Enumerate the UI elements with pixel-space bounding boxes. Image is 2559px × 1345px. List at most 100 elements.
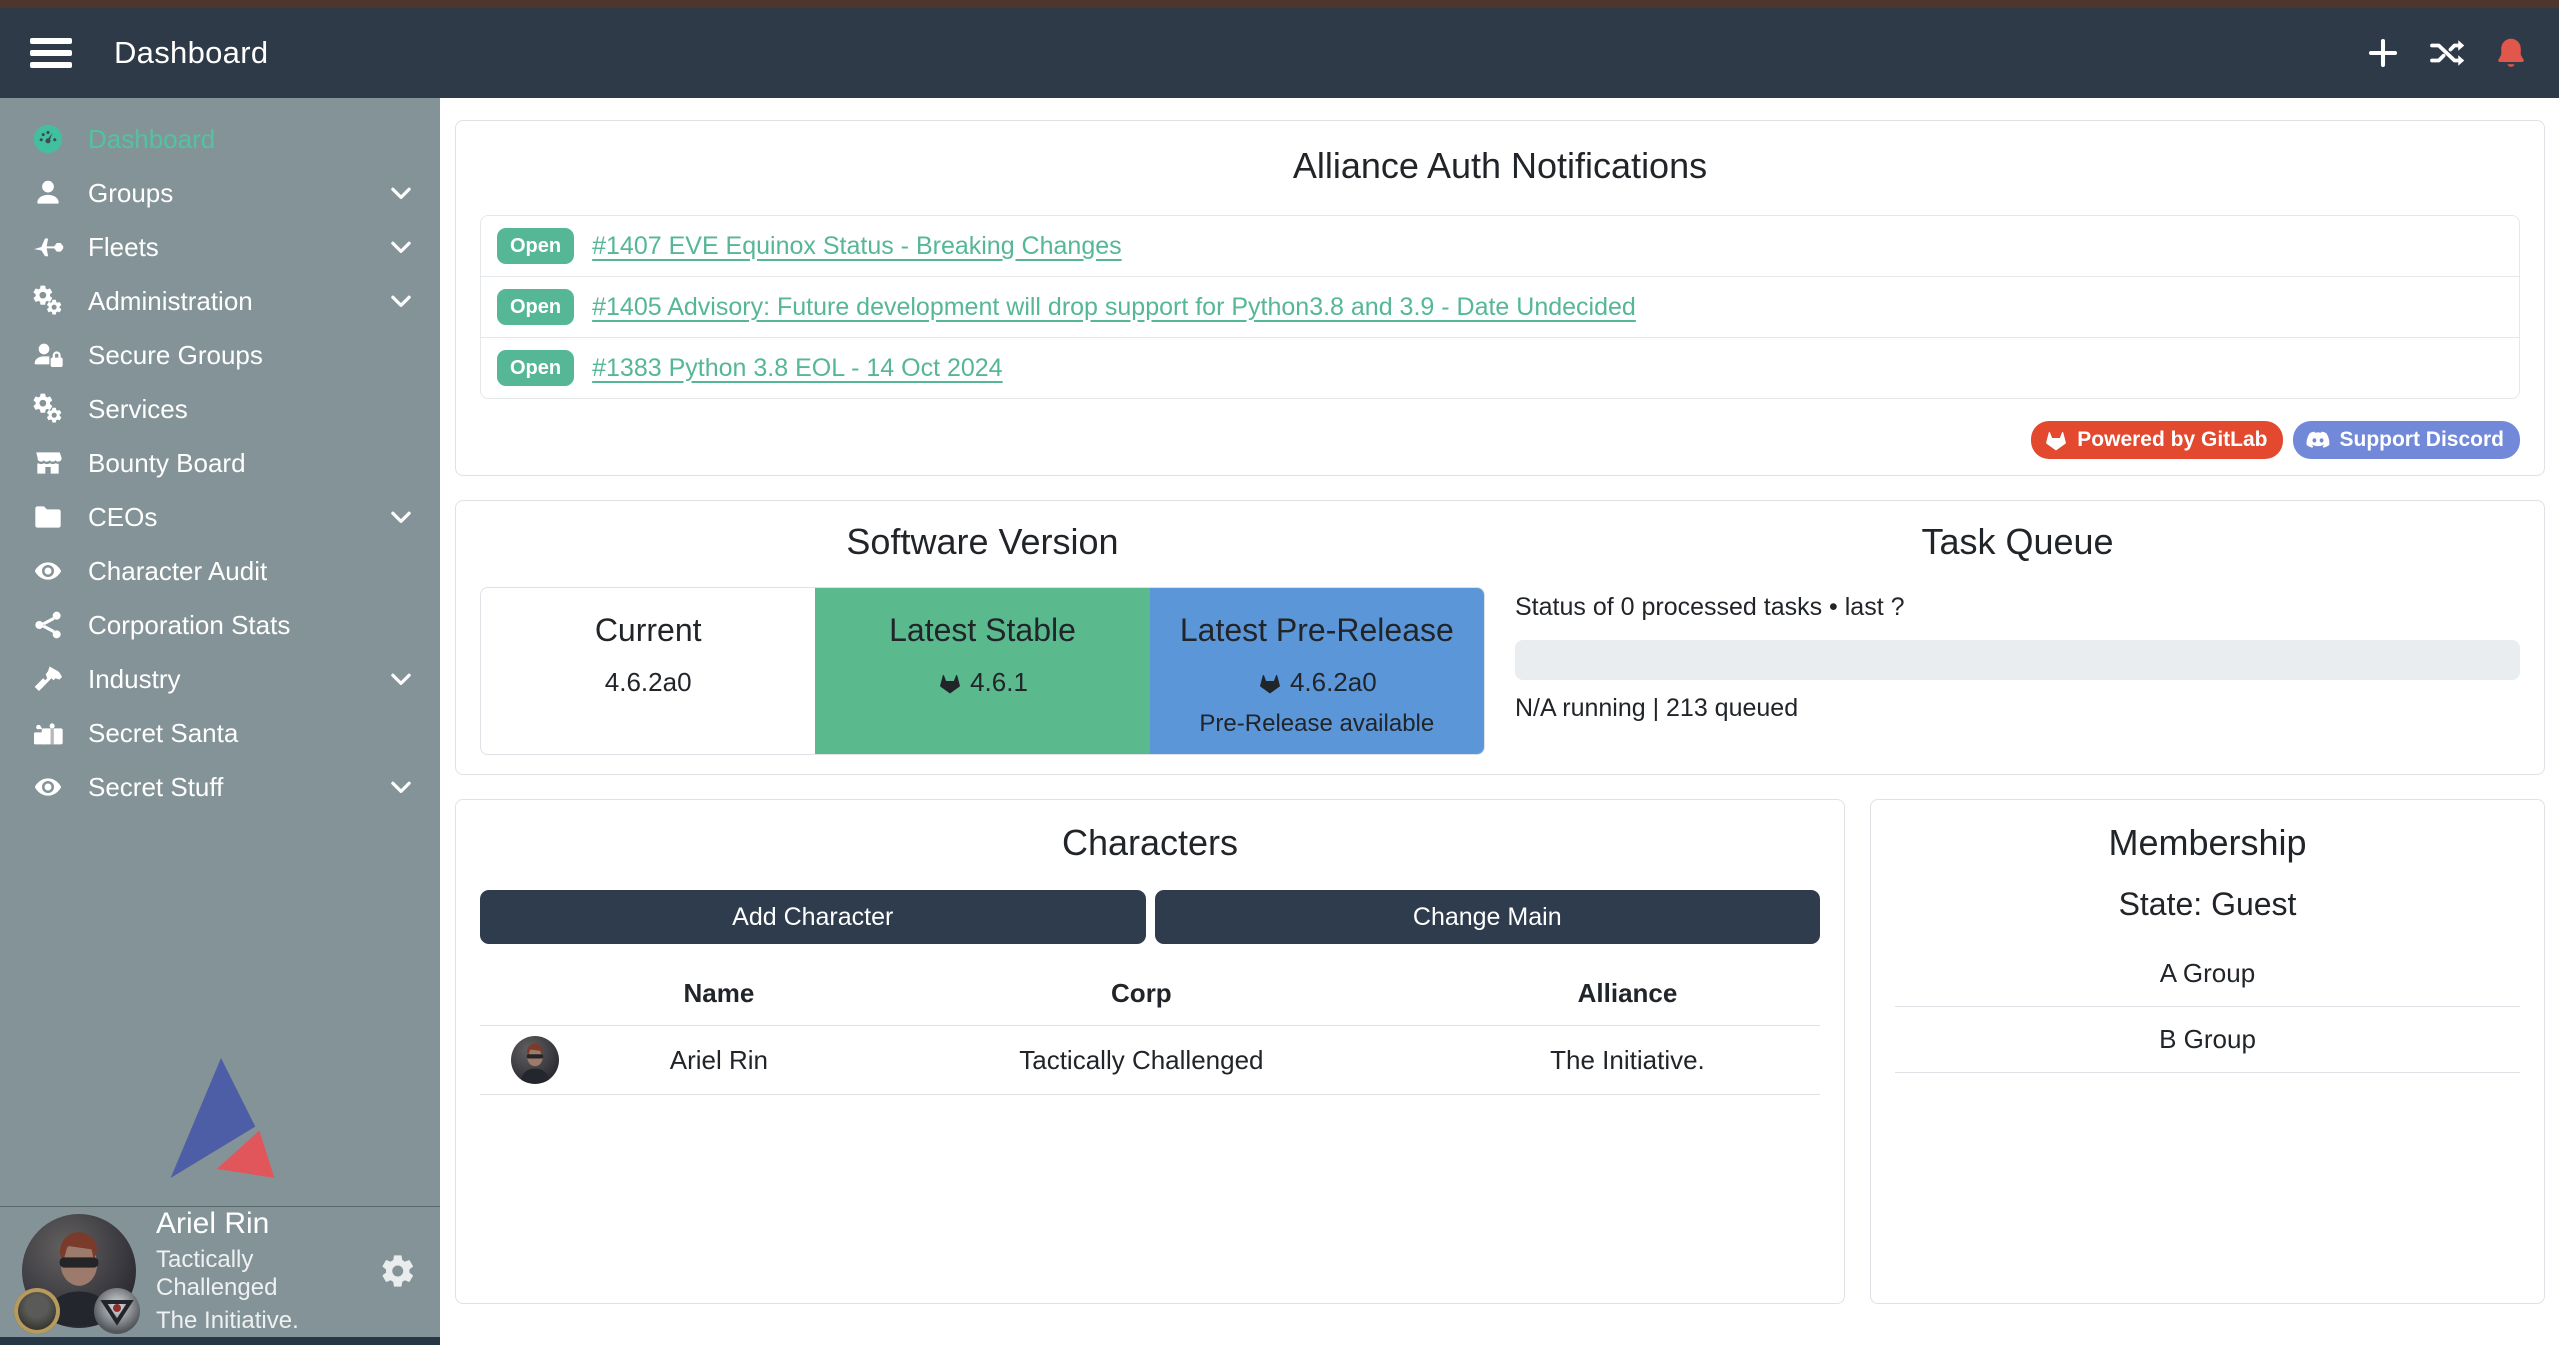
sidebar-item-services[interactable]: Services: [0, 382, 440, 436]
gifts-icon: [30, 717, 66, 749]
menu-toggle-icon[interactable]: [30, 38, 72, 68]
sidebar-item-secret-stuff[interactable]: Secret Stuff: [0, 760, 440, 814]
top-navbar: Dashboard: [0, 8, 2559, 98]
chevron-down-icon: [386, 502, 416, 532]
sidebar-item-fleets[interactable]: Fleets: [0, 220, 440, 274]
user-icon: [30, 177, 66, 209]
user-settings-gear-icon[interactable]: [379, 1252, 417, 1290]
character-corp: Tactically Challenged: [848, 1026, 1435, 1095]
user-name: Ariel Rin: [156, 1207, 379, 1241]
membership-groups-list: A GroupB Group: [1895, 941, 2520, 1073]
alliance-auth-logo: [0, 1056, 440, 1182]
character-name: Ariel Rin: [590, 1026, 848, 1095]
notification-link[interactable]: #1405 Advisory: Future development will …: [592, 293, 1636, 322]
sidebar-item-label: Administration: [88, 286, 253, 317]
membership-state: State: Guest: [1895, 886, 2520, 923]
eye-icon: [30, 555, 66, 587]
membership-title: Membership: [1895, 822, 2520, 864]
task-queue-title: Task Queue: [1515, 521, 2520, 563]
sidebar-item-administration[interactable]: Administration: [0, 274, 440, 328]
version-prerelease-label: Latest Pre-Release: [1150, 612, 1484, 649]
notification-link[interactable]: #1383 Python 3.8 EOL - 14 Oct 2024: [592, 354, 1002, 383]
status-badge: Open: [497, 289, 574, 325]
topbar-actions: [2365, 35, 2529, 71]
sidebar-item-label: Industry: [88, 664, 181, 695]
character-alliance: The Initiative.: [1435, 1026, 1820, 1095]
sidebar-item-secure-groups[interactable]: Secure Groups: [0, 328, 440, 382]
change-main-button[interactable]: Change Main: [1155, 890, 1821, 944]
notifications-title: Alliance Auth Notifications: [480, 145, 2520, 187]
prerelease-note: Pre-Release available: [1150, 710, 1484, 738]
sidebar-item-label: CEOs: [88, 502, 157, 533]
share-icon: [30, 609, 66, 641]
sidebar-item-label: Character Audit: [88, 556, 267, 587]
add-icon[interactable]: [2365, 35, 2401, 71]
user-alliance: The Initiative.: [156, 1307, 379, 1335]
main-content: Alliance Auth Notifications Open #1407 EV…: [440, 98, 2559, 1345]
notification-link[interactable]: #1407 EVE Equinox Status - Breaking Chan…: [592, 232, 1122, 261]
user-info: Ariel Rin Tactically Challenged The Init…: [156, 1207, 379, 1335]
discord-icon: [2305, 427, 2331, 453]
support-discord-badge[interactable]: Support Discord: [2293, 421, 2520, 459]
version-prerelease-value: 4.6.2a0: [1290, 667, 1377, 698]
sidebar-item-label: Secure Groups: [88, 340, 263, 371]
powered-by-gitlab-badge[interactable]: Powered by GitLab: [2031, 421, 2283, 459]
sidebar-item-secret-santa[interactable]: Secret Santa: [0, 706, 440, 760]
folder-icon: [30, 501, 66, 533]
portrait-column-header: [480, 962, 590, 1026]
alliance-logo-badge: [94, 1288, 140, 1334]
name-column-header: Name: [590, 962, 848, 1026]
user-avatar: [22, 1214, 136, 1328]
task-queue-status: Status of 0 processed tasks • last ?: [1515, 593, 2520, 622]
eye-icon: [30, 771, 66, 803]
task-queue-note: N/A running | 213 queued: [1515, 694, 2520, 723]
gitlab-badge-label: Powered by GitLab: [2077, 428, 2267, 452]
characters-table: Name Corp Alliance Ariel RinTactically C…: [480, 962, 1820, 1095]
sidebar-item-character-audit[interactable]: Character Audit: [0, 544, 440, 598]
sidebar-item-corporation-stats[interactable]: Corporation Stats: [0, 598, 440, 652]
sidebar-item-ceos[interactable]: CEOs: [0, 490, 440, 544]
version-stable-label: Latest Stable: [815, 612, 1149, 649]
dashboard-icon: [30, 123, 66, 155]
gitlab-tanuki-icon: [1257, 670, 1283, 696]
version-latest-stable: Latest Stable 4.6.1: [815, 588, 1149, 754]
sidebar-user-panel: Ariel Rin Tactically Challenged The Init…: [0, 1206, 440, 1337]
add-character-button[interactable]: Add Character: [480, 890, 1146, 944]
sidebar-item-dashboard[interactable]: Dashboard: [0, 112, 440, 166]
software-version-section: Software Version Current 4.6.2a0 Latest …: [480, 521, 1485, 754]
task-queue-progressbar: [1515, 640, 2520, 680]
table-row: Ariel RinTactically ChallengedThe Initia…: [480, 1026, 1820, 1095]
sidebar: Dashboard GroupsFleets Administration Secur…: [0, 98, 440, 1345]
characters-title: Characters: [480, 822, 1820, 864]
user-corporation: Tactically Challenged: [156, 1246, 379, 1302]
membership-panel: Membership State: Guest A GroupB Group: [1870, 799, 2545, 1304]
chevron-down-icon: [386, 772, 416, 802]
sidebar-item-bounty-board[interactable]: Bounty Board: [0, 436, 440, 490]
notifications-bell-icon[interactable]: [2493, 35, 2529, 71]
top-accent-line: [0, 0, 2559, 8]
sidebar-bottom-strip: [0, 1337, 440, 1345]
software-task-panel: Software Version Current 4.6.2a0 Latest …: [455, 500, 2545, 775]
version-current-label: Current: [481, 612, 815, 649]
sidebar-menu: Dashboard GroupsFleets Administration Secur…: [0, 98, 440, 814]
store-icon: [30, 447, 66, 479]
page-title: Dashboard: [114, 35, 268, 71]
membership-group: A Group: [1895, 941, 2520, 1007]
corp-logo-badge: [14, 1288, 60, 1334]
membership-group: B Group: [1895, 1007, 2520, 1073]
shuffle-icon[interactable]: [2429, 35, 2465, 71]
chevron-down-icon: [386, 178, 416, 208]
sidebar-item-label: Dashboard: [88, 124, 215, 155]
characters-panel: Characters Add Character Change Main Nam…: [455, 799, 1845, 1304]
notification-item: Open #1407 EVE Equinox Status - Breaking …: [481, 216, 2519, 276]
version-current-value: 4.6.2a0: [605, 667, 692, 698]
task-queue-section: Task Queue Status of 0 processed tasks •…: [1515, 521, 2520, 754]
status-badge: Open: [497, 228, 574, 264]
gitlab-icon: [2043, 427, 2069, 453]
sidebar-item-groups[interactable]: Groups: [0, 166, 440, 220]
user-lock-icon: [30, 339, 66, 371]
sidebar-item-label: Services: [88, 394, 188, 425]
alliance-column-header: Alliance: [1435, 962, 1820, 1026]
sidebar-item-industry[interactable]: Industry: [0, 652, 440, 706]
chevron-down-icon: [386, 286, 416, 316]
